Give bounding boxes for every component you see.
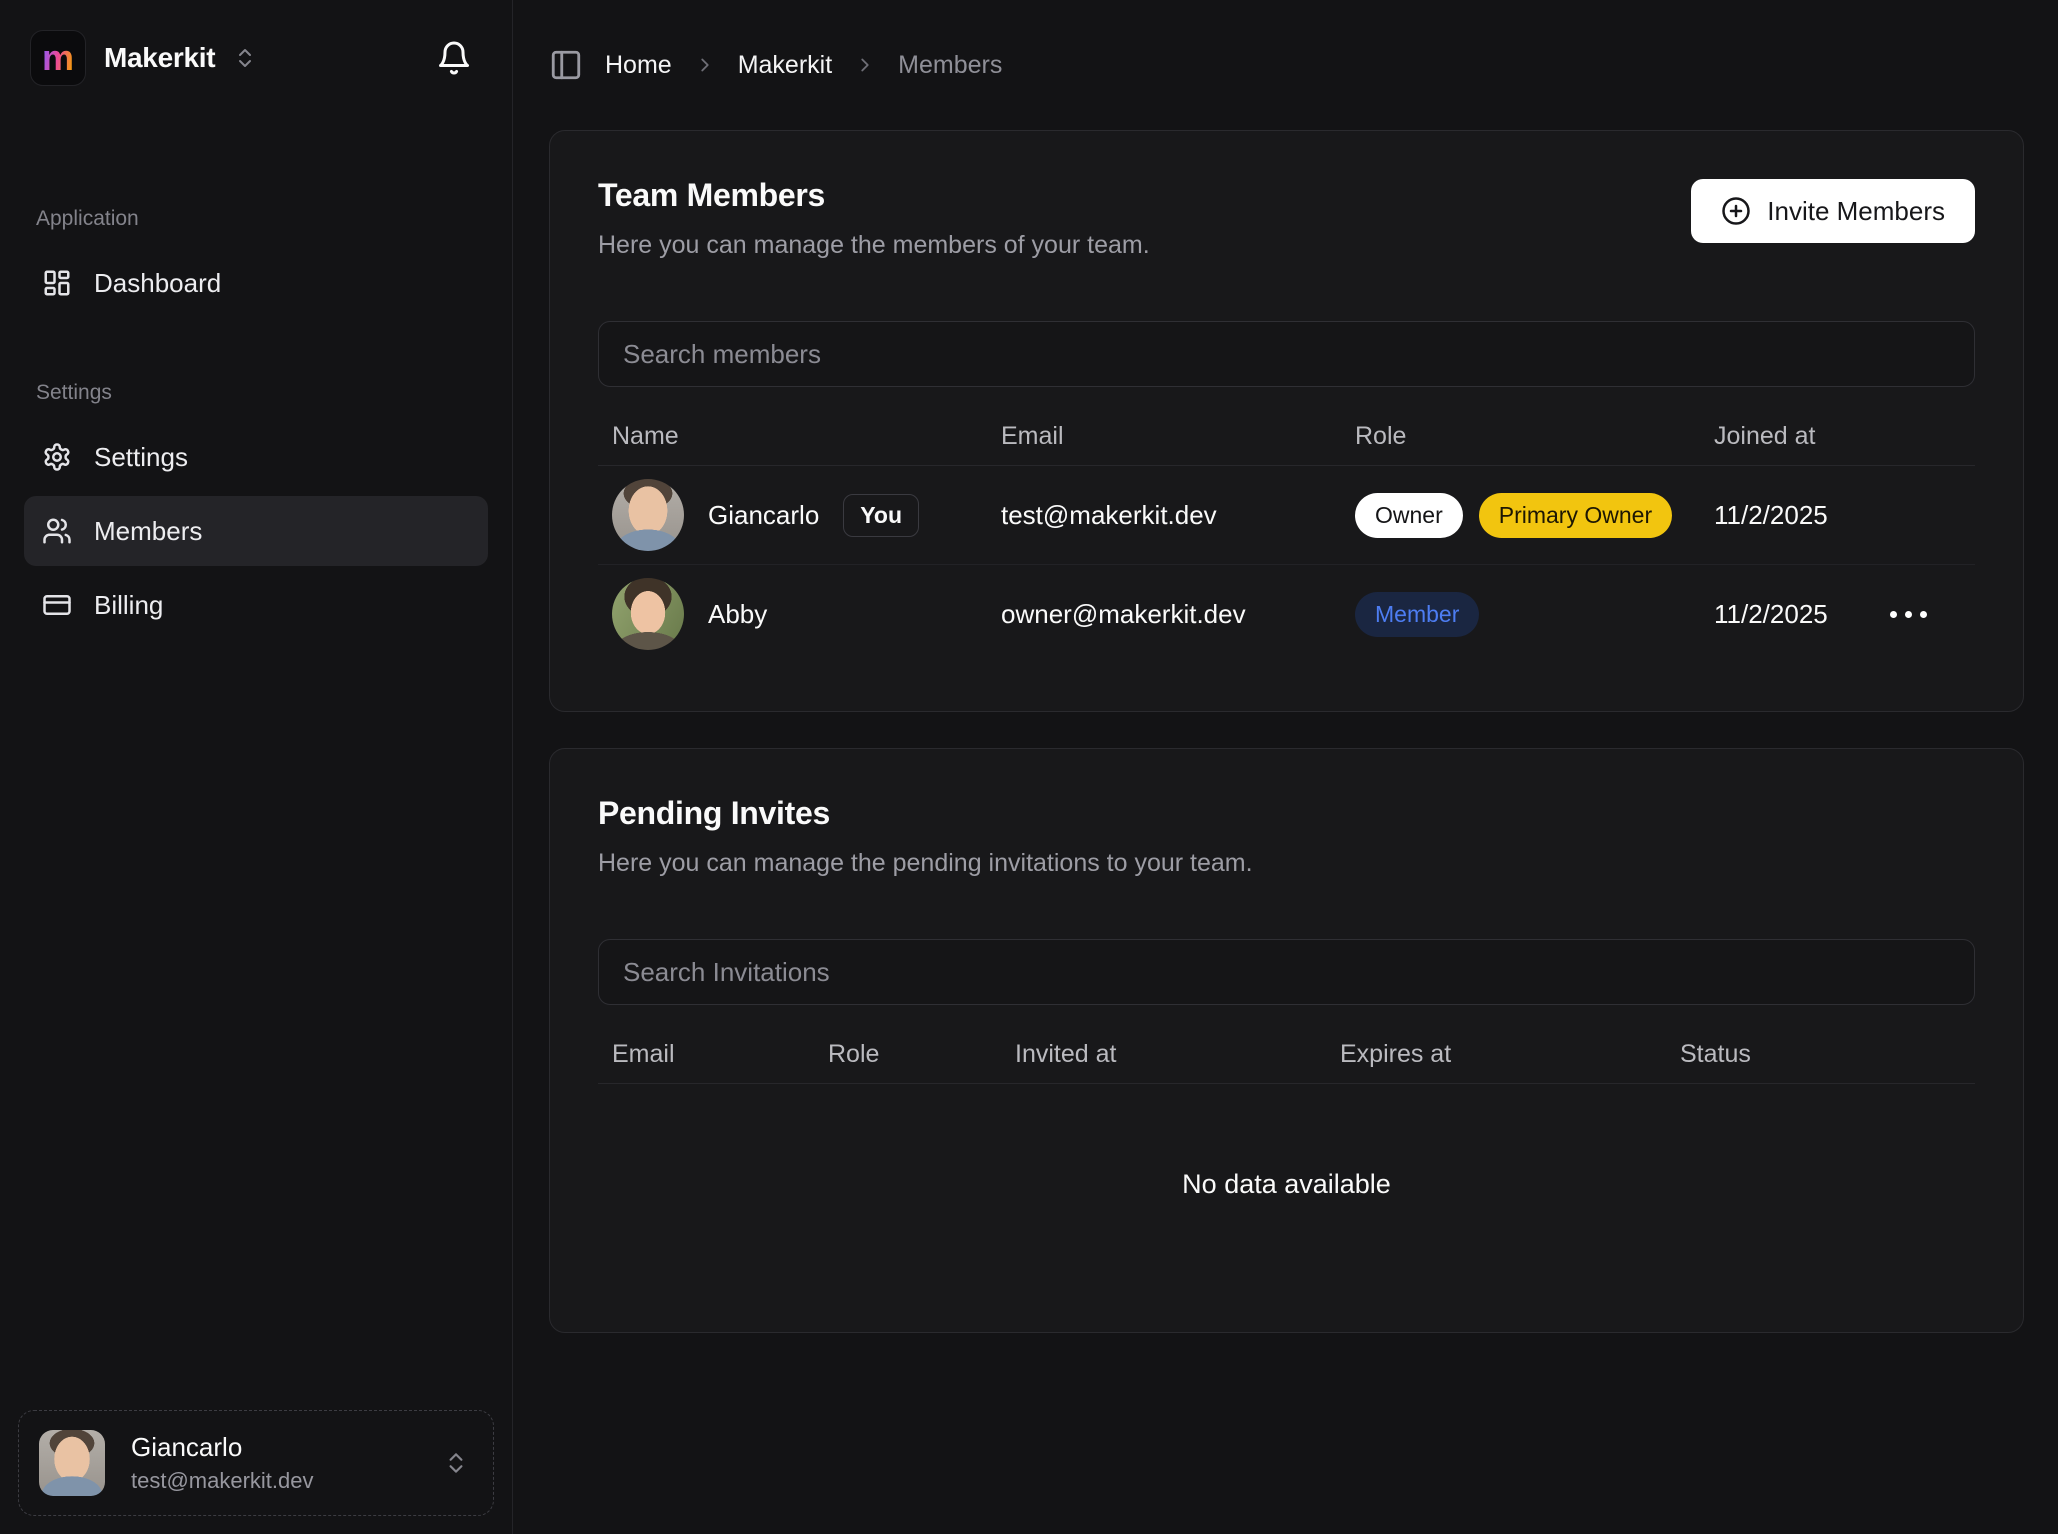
circle-plus-icon [1721,196,1751,226]
you-badge: You [843,494,919,537]
sidebar-item-members[interactable]: Members [24,496,488,566]
notifications-button[interactable] [432,36,476,80]
chevron-right-icon [694,54,716,76]
column-header-joined-at: Joined at [1700,422,1975,451]
search-invitations-input[interactable] [598,939,1975,1005]
breadcrumb: Home Makerkit Members [549,0,2024,130]
ellipsis-icon [1890,611,1897,618]
team-members-subtitle: Here you can manage the members of your … [598,229,1150,261]
app-name: Makerkit [104,42,215,74]
members-table-header: Name Email Role Joined at [598,407,1975,466]
column-header-expires-at: Expires at [1326,1040,1666,1069]
member-name: Giancarlo [708,500,819,531]
nav-section-label: Settings [24,380,488,406]
pending-invites-subtitle: Here you can manage the pending invitati… [598,847,1253,879]
member-email: owner@makerkit.dev [987,599,1341,630]
user-menu-trigger[interactable]: Giancarlo test@makerkit.dev [18,1410,494,1516]
column-header-invited-at: Invited at [1001,1040,1326,1069]
column-header-email: Email [987,422,1341,451]
invite-members-button[interactable]: Invite Members [1691,179,1975,243]
column-header-role: Role [814,1040,1001,1069]
user-avatar [39,1430,105,1496]
app-screen: m Makerkit Application [0,0,2058,1534]
sidebar-footer: Giancarlo test@makerkit.dev [0,1392,512,1534]
nav-section-label: Application [24,206,488,232]
sidebar-item-billing[interactable]: Billing [24,570,488,640]
sidebar-toggle-button[interactable] [549,48,583,82]
role-badge-primary-owner: Primary Owner [1479,493,1672,538]
table-row: Abby owner@makerkit.dev Member 11/2/2025 [598,565,1975,663]
column-header-role: Role [1341,422,1700,451]
sidebar-item-label: Settings [94,442,188,473]
sidebar-item-dashboard[interactable]: Dashboard [24,248,488,318]
gear-icon [42,442,72,472]
chevron-right-icon [854,54,876,76]
breadcrumb-item-makerkit[interactable]: Makerkit [738,51,832,80]
users-icon [42,516,72,546]
team-members-card: Team Members Here you can manage the mem… [549,130,2024,712]
avatar [612,578,684,650]
empty-state: No data available [598,1084,1975,1284]
bell-icon [436,40,472,76]
main-content: Home Makerkit Members Team Members Here … [513,0,2058,1534]
sidebar-header: m Makerkit [0,0,512,86]
avatar [612,479,684,551]
nav-section-settings: Settings Settings Members [24,380,488,640]
pending-invites-card: Pending Invites Here you can manage the … [549,748,2024,1333]
sidebar-item-settings[interactable]: Settings [24,422,488,492]
column-header-email: Email [598,1040,814,1069]
sidebar-item-label: Members [94,516,202,547]
member-name: Abby [708,599,767,630]
column-header-name: Name [598,422,987,451]
sidebar-item-label: Billing [94,590,163,621]
breadcrumb-item-members: Members [898,51,1002,80]
sidebar: m Makerkit Application [0,0,513,1534]
makerkit-logo: m [30,30,86,86]
team-members-title: Team Members [598,175,1150,215]
panel-left-icon [549,48,583,82]
joined-at-date: 11/2/2025 [1714,599,1828,630]
pending-invites-title: Pending Invites [598,793,1253,833]
row-actions-button[interactable] [1882,603,1935,626]
role-badge-member: Member [1355,592,1479,637]
user-name: Giancarlo [131,1432,314,1462]
chevrons-up-down-icon [443,1450,469,1476]
sidebar-item-label: Dashboard [94,268,221,299]
team-switcher[interactable]: m Makerkit [30,30,257,86]
invites-table-header: Email Role Invited at Expires at Status [598,1025,1975,1084]
column-header-status: Status [1666,1040,1975,1069]
logo-letter: m [42,40,74,76]
dashboard-icon [42,268,72,298]
chevrons-up-down-icon [233,46,257,70]
joined-at-date: 11/2/2025 [1714,500,1828,531]
user-email: test@makerkit.dev [131,1468,314,1494]
nav-section-application: Application Dashboard [24,206,488,318]
role-badge-owner: Owner [1355,493,1463,538]
credit-card-icon [42,590,72,620]
sidebar-nav: Application Dashboard Settings [0,206,512,640]
search-members-input[interactable] [598,321,1975,387]
table-row: Giancarlo You test@makerkit.dev Owner Pr… [598,466,1975,565]
breadcrumb-item-home[interactable]: Home [605,51,672,80]
invite-members-label: Invite Members [1767,196,1945,227]
member-email: test@makerkit.dev [987,500,1341,531]
